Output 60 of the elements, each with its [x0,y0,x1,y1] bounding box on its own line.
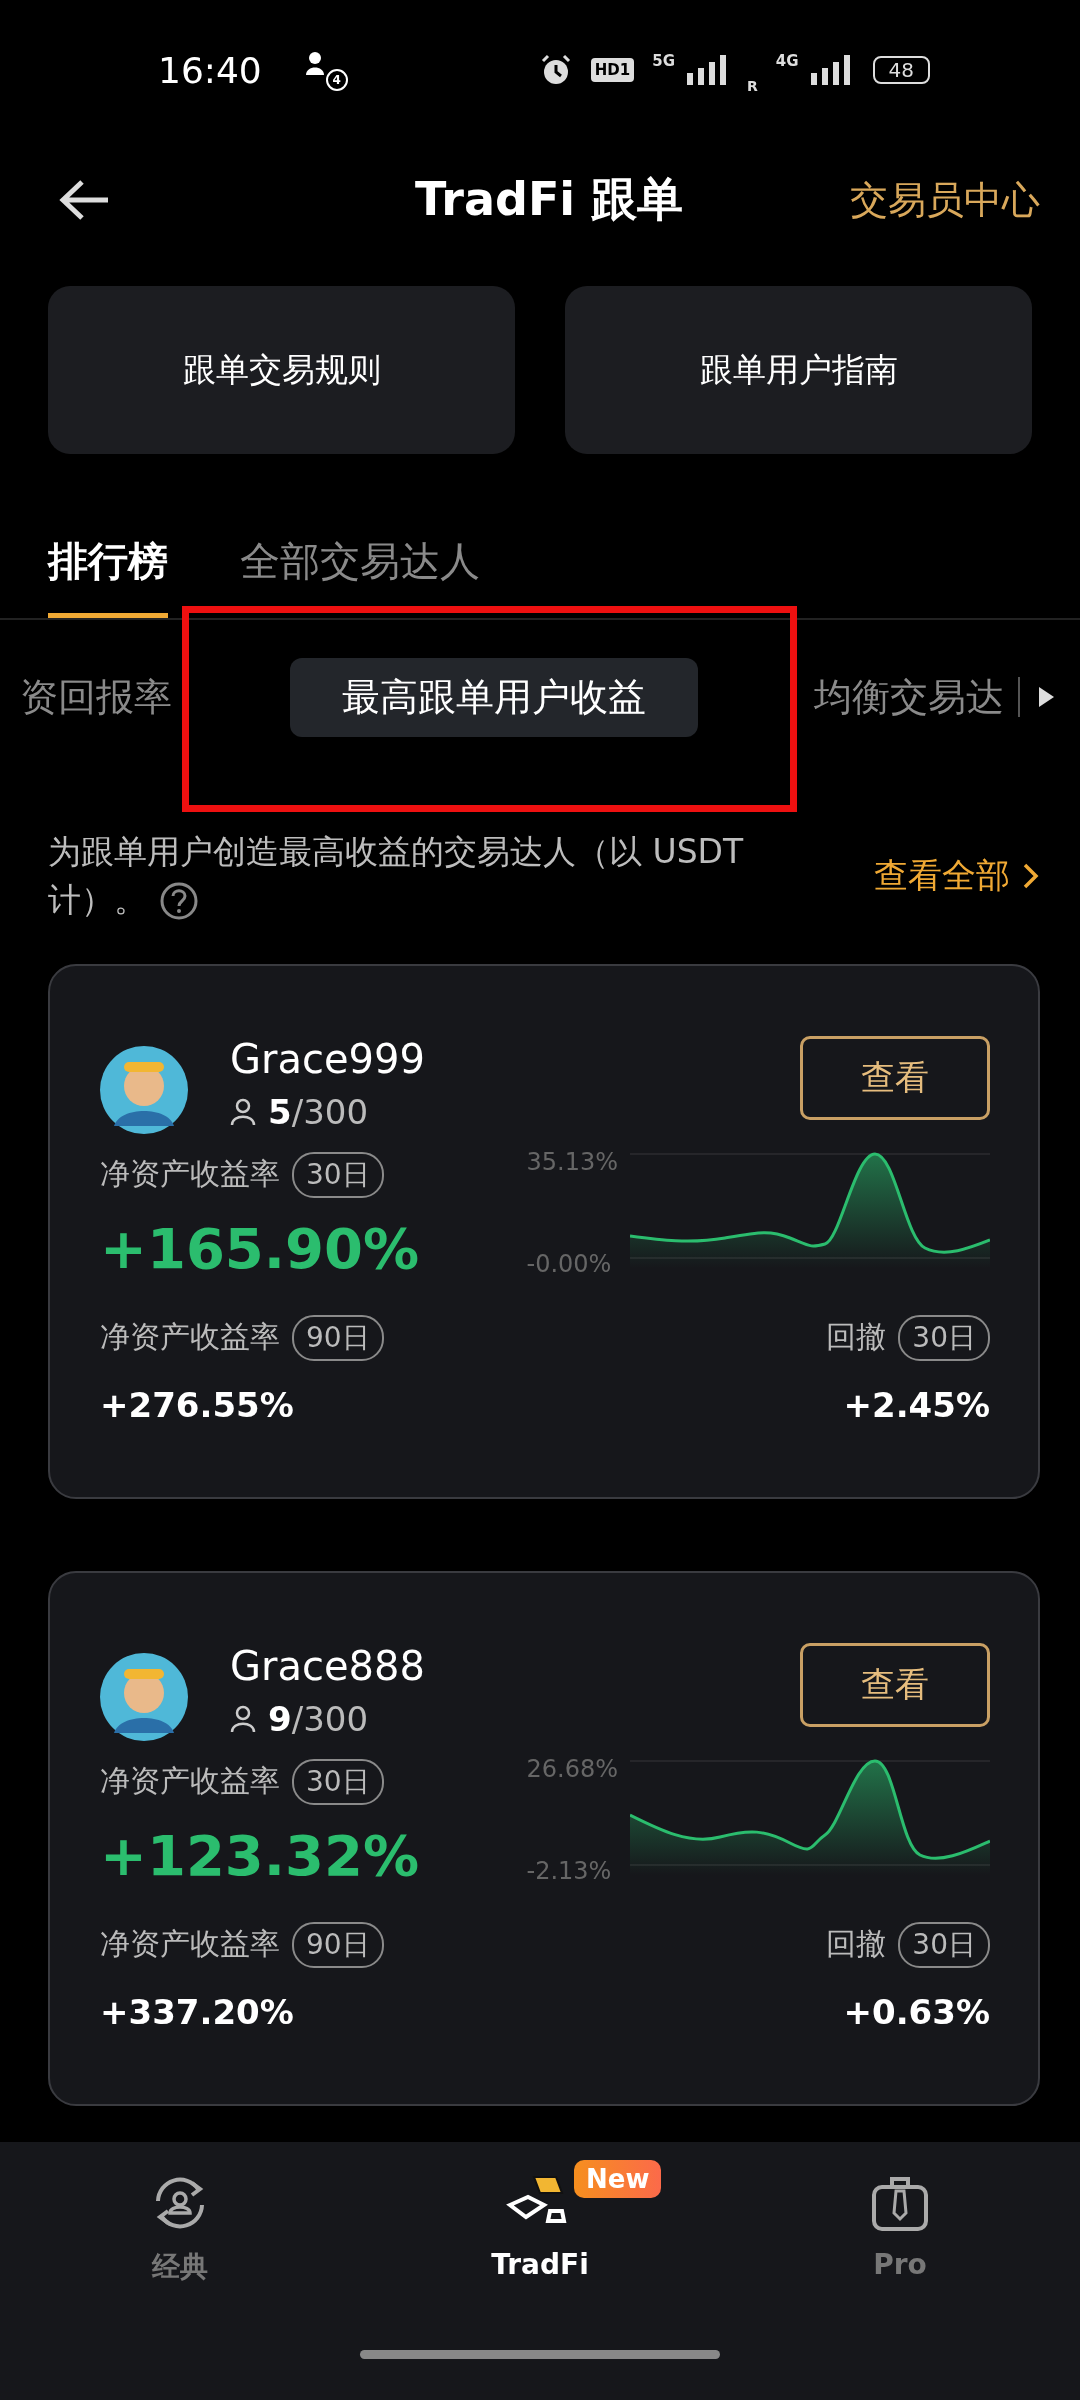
nav-label[interactable]: TradFi [491,2248,589,2281]
signal-icon [808,55,853,85]
trader-name: Grace888 [230,1642,425,1689]
view-button[interactable]: 查看 [800,1642,990,1727]
page-title: TradFi 跟单 [414,171,684,228]
hd-badge: HD1 [590,58,635,82]
avatar-icon [100,1045,188,1134]
drawdown-value: +2.45% [843,1384,990,1425]
metric-label: 净资产收益率 [100,1762,280,1801]
description-text: 计）。 [48,879,147,919]
battery-indicator: 48 [872,56,930,84]
view-button[interactable]: 查看 [800,1035,990,1120]
nav-label[interactable]: 经典 [152,2248,208,2286]
user-icon [230,1097,256,1126]
network-label: 4G [775,52,799,70]
metric-label: 回撤 [826,1925,887,1964]
avatar-icon [100,1652,188,1741]
chart-min-label: -0.00% [526,1249,613,1278]
metric-label: 净资产收益率 [100,1155,280,1194]
description-text: 为跟单用户创造最高收益的交易达人（以 USDT [48,832,744,871]
filter-chip[interactable]: 均衡交易达 [814,657,1004,737]
status-time: 16:40 [158,49,262,91]
chart-max-label: 26.68% [526,1754,618,1783]
nav-label[interactable]: Pro [873,2248,927,2281]
tab[interactable]: 排行榜 [48,534,168,618]
chevron-right-icon[interactable] [1022,861,1040,890]
tab[interactable]: 全部交易达人 [240,534,480,618]
period-tag: 30日 [292,1758,384,1805]
scroll-right-icon[interactable] [1036,685,1056,709]
period-tag: 30日 [898,1921,990,1968]
back-icon[interactable] [58,178,110,222]
filter-chip[interactable]: 最高跟单用户收益 [290,657,698,737]
user-icon [230,1704,256,1733]
roi-value: +337.20% [100,1991,295,2032]
period-tag: 30日 [898,1314,990,1361]
filter-chip[interactable]: 资回报率 [20,657,172,737]
period-tag: 30日 [292,1151,384,1198]
roi-value: +276.55% [100,1384,295,1425]
period-tag: 90日 [292,1921,384,1968]
new-badge: New [574,2160,662,2198]
trader-center-link[interactable]: 交易员中心 [850,174,1040,226]
metric-label: 回撤 [826,1318,887,1357]
metric-label: 净资产收益率 [100,1318,280,1357]
follower-count: 9/300 [268,1698,369,1739]
guide-button[interactable]: 跟单交易规则 [48,286,515,454]
view-all-link[interactable]: 查看全部 [874,852,1010,899]
drawdown-value: +0.63% [843,1991,990,2032]
period-tag: 90日 [292,1314,384,1361]
roi-value: +123.32% [100,1822,420,1888]
chart-min-label: -2.13% [526,1856,613,1885]
network-label: 5G [652,52,675,70]
help-icon[interactable] [159,881,199,922]
roaming-label: R [747,78,758,94]
chart-max-label: 35.13% [526,1147,618,1176]
roi-value: +165.90% [100,1215,420,1281]
trader-name: Grace999 [230,1035,425,1082]
guide-button[interactable]: 跟单用户指南 [565,286,1032,454]
metric-label: 净资产收益率 [100,1925,280,1964]
signal-icon [685,55,729,85]
follower-count: 5/300 [268,1091,369,1132]
